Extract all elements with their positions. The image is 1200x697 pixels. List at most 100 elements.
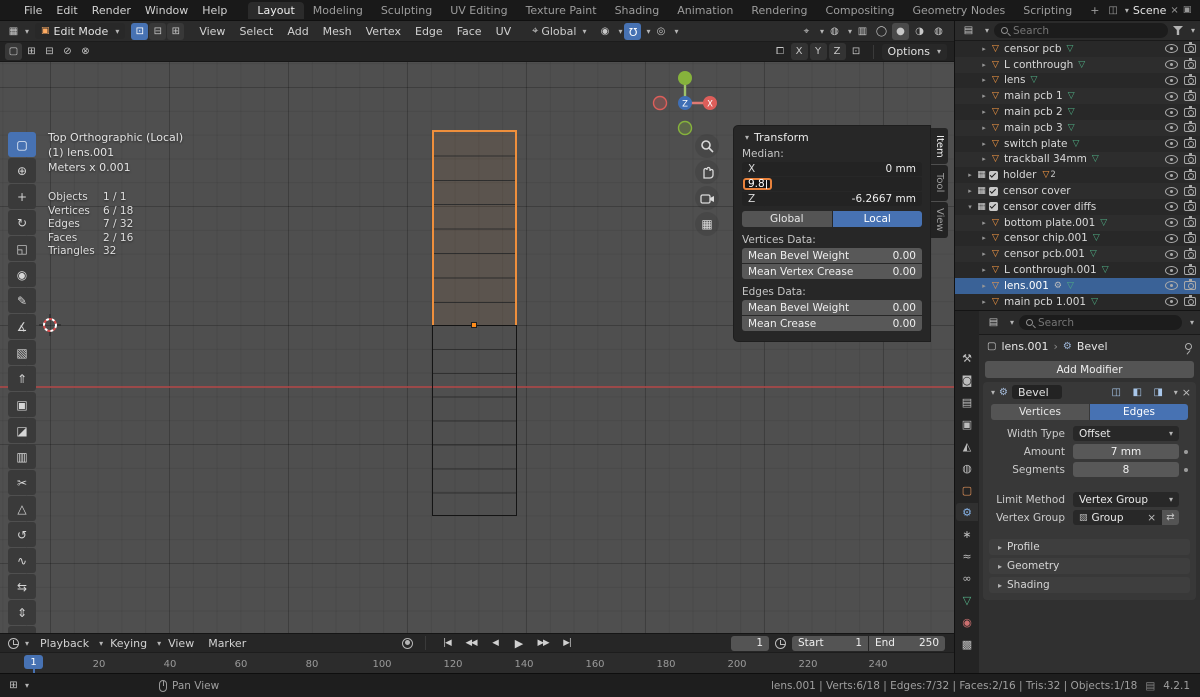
median-y-field-editing[interactable]: 9.8 — [742, 177, 922, 191]
tool-edge-slide[interactable]: ⇆ — [8, 574, 36, 599]
sidebar-tab-tool[interactable]: Tool — [931, 165, 948, 201]
render-visibility-icon[interactable] — [1184, 218, 1196, 227]
display-in-editmode-icon[interactable]: ◫ — [1108, 384, 1125, 401]
pivot-point-icon[interactable]: ◉ — [596, 23, 613, 40]
navigation-gizmo[interactable]: X Z — [648, 66, 722, 140]
tool-spin[interactable]: ↺ — [8, 522, 36, 547]
disclosure-icon[interactable]: ▸ — [979, 234, 989, 242]
menu-edge[interactable]: Edge — [408, 25, 450, 38]
frame-end-field[interactable]: End250 — [869, 636, 945, 651]
amount-field[interactable]: 7 mm — [1073, 444, 1179, 459]
panel-divider[interactable] — [954, 21, 955, 673]
edge-mean-bevel-weight-field[interactable]: Mean Bevel Weight 0.00 — [742, 300, 922, 315]
mean-vertex-crease-field[interactable]: Mean Vertex Crease 0.00 — [742, 264, 922, 279]
select-mode-vertex[interactable]: ⊡ — [131, 23, 148, 40]
render-visibility-icon[interactable] — [1184, 123, 1196, 132]
snap-target-icon[interactable]: ⊡ — [848, 43, 865, 60]
shading-rendered-icon[interactable]: ◍ — [930, 23, 947, 40]
hide-icon[interactable] — [1165, 155, 1178, 164]
mirror-x-button[interactable]: X — [791, 43, 808, 60]
render-visibility-icon[interactable] — [1184, 92, 1196, 101]
invert-vertex-group-icon[interactable]: ⇄ — [1162, 510, 1179, 525]
vertex-mean-bevel-weight-field[interactable]: Mean Bevel Weight 0.00 — [742, 248, 922, 263]
section-geometry[interactable]: ▸Geometry — [989, 558, 1190, 574]
snap-toggle[interactable]: Ω — [624, 23, 641, 40]
breadcrumb-modifier[interactable]: Bevel — [1077, 340, 1108, 353]
tool-add-cube[interactable]: ▧ — [8, 340, 36, 365]
animate-dot-icon[interactable] — [1184, 450, 1188, 454]
menu-mesh[interactable]: Mesh — [316, 25, 359, 38]
disclosure-icon[interactable]: ▸ — [979, 124, 989, 132]
outliner-item[interactable]: ▸▽censor pcb.001▽ — [955, 246, 1200, 262]
tab-view-layer[interactable]: ▣ — [956, 415, 978, 433]
properties-search[interactable] — [1019, 315, 1182, 330]
menu-view[interactable]: View — [192, 25, 232, 38]
tab-tool[interactable]: ⚒ — [956, 349, 978, 367]
hide-icon[interactable] — [1165, 187, 1178, 196]
disclosure-icon[interactable]: ▸ — [979, 298, 989, 306]
toggle-xray-icon[interactable]: ▥ — [854, 23, 871, 40]
timeline-ruler[interactable]: 1 20 40 60 80 100 120 140 160 180 200 22… — [0, 652, 955, 673]
animate-dot-icon[interactable] — [1184, 468, 1188, 472]
select-mode-face[interactable]: ⊞ — [167, 23, 184, 40]
orientation-selector[interactable]: ⌖ Global ▾ — [532, 24, 586, 38]
median-x-field[interactable]: X 0 mm — [742, 162, 922, 176]
menu-file[interactable]: File — [17, 4, 49, 17]
mirror-z-button[interactable]: Z — [829, 43, 846, 60]
hide-icon[interactable] — [1165, 250, 1178, 259]
median-y-editbox[interactable]: 9.8 — [743, 178, 772, 190]
disclosure-icon[interactable]: ▸ — [979, 45, 989, 53]
render-visibility-icon[interactable] — [1184, 187, 1196, 196]
render-visibility-icon[interactable] — [1184, 250, 1196, 259]
render-visibility-icon[interactable] — [1184, 60, 1196, 69]
hide-icon[interactable] — [1165, 92, 1178, 101]
add-workspace-button[interactable]: + — [1081, 2, 1108, 19]
hide-icon[interactable] — [1165, 202, 1178, 211]
tab-output[interactable]: ▤ — [956, 393, 978, 411]
hide-icon[interactable] — [1165, 76, 1178, 85]
bevel-affect-edges-button[interactable]: Edges — [1090, 404, 1188, 420]
tab-particles[interactable]: ∗ — [956, 525, 978, 543]
workspace-tab-scripting[interactable]: Scripting — [1014, 2, 1081, 19]
workspace-tab-animation[interactable]: Animation — [668, 2, 742, 19]
median-z-field[interactable]: Z -6.2667 mm — [742, 192, 922, 206]
workspace-tab-rendering[interactable]: Rendering — [742, 2, 816, 19]
render-visibility-icon[interactable] — [1184, 76, 1196, 85]
tool-rotate[interactable]: ↻ — [8, 210, 36, 235]
new-scene-icon[interactable]: ▣ — [1183, 5, 1192, 15]
workspace-tab-uv-editing[interactable]: UV Editing — [441, 2, 516, 19]
outliner-editor-icon[interactable]: ▤ — [960, 22, 977, 39]
outliner-collection[interactable]: ▸▦holder▽2 — [955, 167, 1200, 183]
menu-add[interactable]: Add — [280, 25, 315, 38]
viewport-canvas[interactable]: ▢ ⊕ + ↻ ◱ ◉ ✎ ∡ ▧ ⇑ ▣ ◪ ▥ ✂ △ ↺ ∿ ⇆ ⇕ ▱ … — [0, 62, 955, 633]
shading-wireframe-icon[interactable]: ◯ — [873, 23, 890, 40]
vertex-group-field[interactable]: ▧Group× — [1073, 510, 1162, 525]
disclosure-icon[interactable]: ▸ — [965, 187, 975, 195]
outliner-item[interactable]: ▸▽trackball 34mm▽ — [955, 152, 1200, 168]
tab-world[interactable]: ◍ — [956, 459, 978, 477]
tool-cursor[interactable]: ⊕ — [8, 158, 36, 183]
camera-view-button[interactable] — [695, 186, 719, 210]
tool-move[interactable]: + — [8, 184, 36, 209]
disclosure-icon[interactable]: ▸ — [979, 250, 989, 258]
pan-button[interactable] — [695, 160, 719, 184]
remove-modifier-icon[interactable]: × — [1182, 386, 1191, 399]
workspace-tab-geometry-nodes[interactable]: Geometry Nodes — [903, 2, 1014, 19]
select-mode-new-icon[interactable]: ▢ — [5, 43, 22, 60]
modifier-name-field[interactable]: Bevel — [1012, 385, 1062, 399]
select-mode-extend-icon[interactable]: ⊞ — [23, 43, 40, 60]
render-visibility-icon[interactable] — [1184, 234, 1196, 243]
toggle-grid-button[interactable]: ▦ — [695, 212, 719, 236]
outliner-item-active[interactable]: ▸▽lens.001⚙▽ — [955, 278, 1200, 294]
menu-marker[interactable]: Marker — [201, 637, 253, 650]
limit-method-dropdown[interactable]: Vertex Group▾ — [1073, 492, 1179, 507]
disclosure-icon[interactable]: ▾ — [965, 203, 975, 211]
global-button[interactable]: Global — [742, 211, 832, 227]
tool-scale[interactable]: ◱ — [8, 236, 36, 261]
render-visibility-icon[interactable] — [1184, 139, 1196, 148]
modifier-extras-icon[interactable]: ▾ — [1174, 388, 1178, 397]
current-frame-field[interactable]: 1 — [731, 636, 769, 651]
tool-select-box[interactable]: ▢ — [8, 132, 36, 157]
menu-view-timeline[interactable]: View — [161, 637, 201, 650]
disclosure-icon[interactable]: ▸ — [979, 282, 989, 290]
